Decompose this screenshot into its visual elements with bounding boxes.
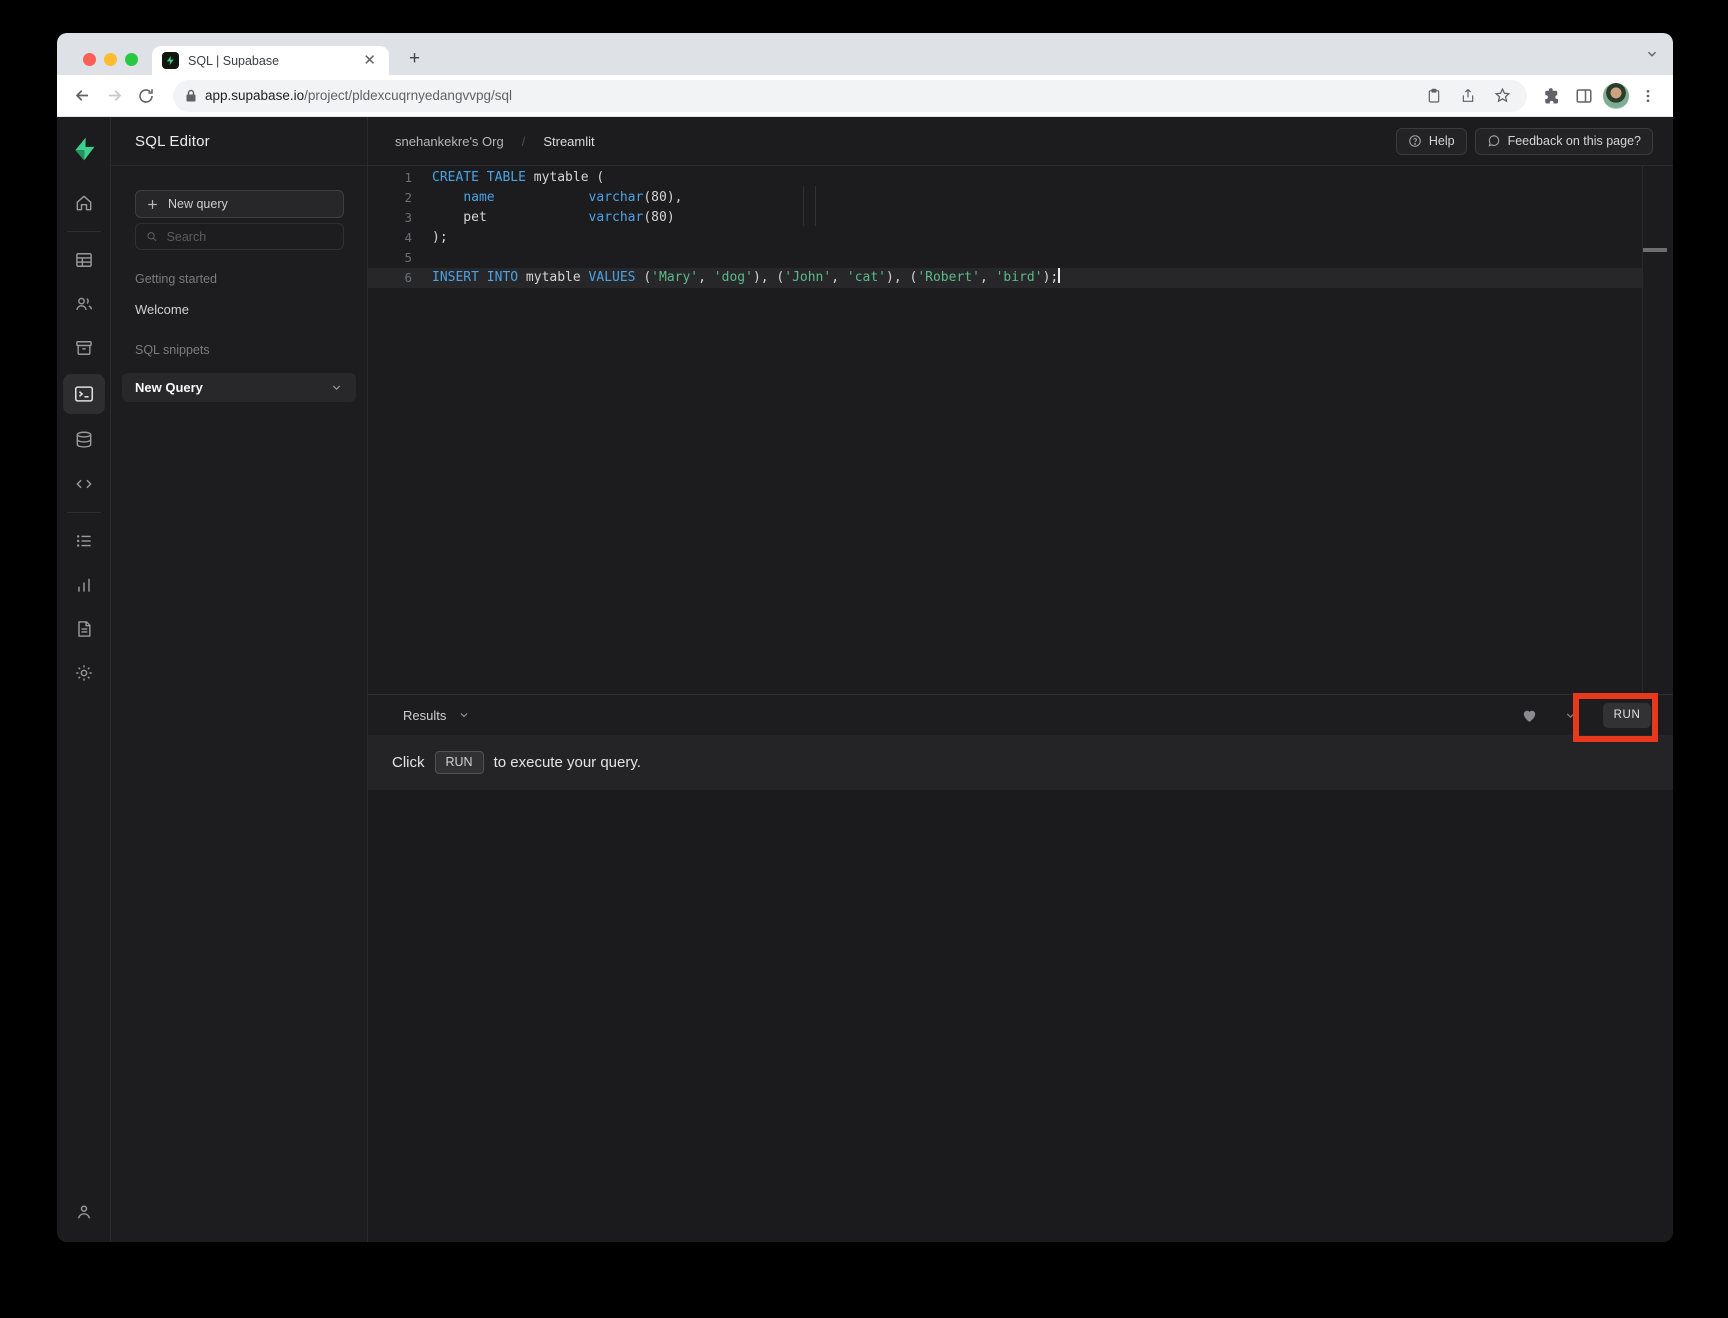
side-panel-icon[interactable] — [1571, 83, 1597, 109]
sidebar-item-storage[interactable] — [64, 330, 104, 366]
search-input[interactable] — [167, 230, 333, 244]
reload-icon[interactable] — [133, 83, 159, 109]
share-icon[interactable] — [1455, 83, 1481, 109]
line-number: 2 — [368, 188, 412, 208]
bookmark-star-icon[interactable] — [1489, 83, 1515, 109]
sidebar-item-logs-list[interactable] — [64, 523, 104, 559]
line-number: 6 — [368, 268, 412, 288]
new-query-button[interactable]: New query — [135, 190, 344, 218]
url-bar[interactable]: app.supabase.io/project/pldexcuqrnyedang… — [173, 80, 1527, 112]
sidebar-item-account[interactable] — [64, 1194, 104, 1230]
browser-window: SQL | Supabase ✕ + app.supabase.io/proje… — [57, 33, 1673, 1242]
tab-search-chevron-icon[interactable] — [1645, 47, 1659, 61]
sidebar-item-database[interactable] — [64, 422, 104, 458]
code-line[interactable]: 4); — [368, 228, 1642, 248]
main-header: snehankekre's Org / Streamlit Help Feedb… — [368, 117, 1673, 166]
code-line[interactable]: 1CREATE TABLE mytable ( — [368, 168, 1642, 188]
supabase-logo[interactable] — [64, 131, 104, 167]
tab-title: SQL | Supabase — [188, 54, 351, 68]
url-text: app.supabase.io/project/pldexcuqrnyedang… — [205, 88, 1413, 103]
chevron-down-icon — [458, 709, 470, 721]
plus-icon — [146, 198, 159, 211]
close-window-button[interactable] — [83, 53, 96, 66]
panel-item-new-query[interactable]: New Query — [122, 373, 356, 402]
indent-guide — [803, 186, 804, 226]
sidebar-item-settings[interactable] — [64, 655, 104, 691]
supabase-favicon — [162, 52, 179, 69]
browser-tab-strip: SQL | Supabase ✕ + — [57, 33, 1673, 75]
code-line[interactable]: 2 name varchar(80), — [368, 188, 1642, 208]
forward-icon[interactable] — [101, 83, 127, 109]
indent-guide — [815, 186, 816, 226]
run-hint-message: Click RUN to execute your query. — [368, 735, 1673, 790]
clipboard-icon[interactable] — [1421, 83, 1447, 109]
help-button[interactable]: Help — [1396, 128, 1467, 155]
sidebar-item-table-editor[interactable] — [64, 242, 104, 278]
search-input-wrap — [135, 223, 344, 250]
line-number: 4 — [368, 228, 412, 248]
lock-icon — [185, 89, 197, 103]
code-line[interactable]: 3 pet varchar(80) — [368, 208, 1642, 228]
results-bar: Results RUN — [368, 694, 1673, 735]
browser-toolbar: app.supabase.io/project/pldexcuqrnyedang… — [57, 75, 1673, 117]
sidebar-item-reports[interactable] — [64, 567, 104, 603]
sidebar-item-sql-editor[interactable] — [63, 374, 105, 414]
sidebar-item-auth-users[interactable] — [64, 286, 104, 322]
section-getting-started: Getting started — [135, 272, 344, 286]
back-icon[interactable] — [69, 83, 95, 109]
main-area: snehankekre's Org / Streamlit Help Feedb… — [368, 117, 1673, 1242]
browser-menu-dots-icon[interactable] — [1635, 83, 1661, 109]
line-number: 3 — [368, 208, 412, 228]
browser-profile-avatar[interactable] — [1603, 83, 1629, 109]
panel-title: SQL Editor — [111, 117, 367, 166]
sidebar-item-docs[interactable] — [64, 611, 104, 647]
help-circle-icon — [1408, 134, 1422, 148]
results-empty-area — [368, 790, 1673, 1242]
breadcrumb-project[interactable]: Streamlit — [543, 134, 594, 149]
cursor-position-marker — [1643, 248, 1667, 252]
breadcrumb-org[interactable]: snehankekre's Org — [395, 134, 504, 149]
nav-rail — [57, 117, 111, 1242]
line-number: 5 — [368, 248, 412, 268]
run-button[interactable]: RUN — [1603, 703, 1651, 728]
zoom-window-button[interactable] — [125, 53, 138, 66]
favorite-heart-icon[interactable] — [1521, 707, 1538, 724]
breadcrumb: snehankekre's Org / Streamlit — [395, 134, 595, 149]
editor-scrollbar[interactable] — [1642, 166, 1667, 694]
code-line[interactable]: 5 — [368, 248, 1642, 268]
browser-tab[interactable]: SQL | Supabase ✕ — [152, 46, 389, 75]
sidebar-item-home[interactable] — [64, 185, 104, 221]
tab-close-icon[interactable]: ✕ — [360, 52, 379, 69]
feedback-button[interactable]: Feedback on this page? — [1475, 128, 1653, 155]
breadcrumb-separator: / — [522, 134, 526, 149]
rail-divider — [67, 512, 101, 513]
line-number: 1 — [368, 168, 412, 188]
window-controls — [83, 53, 138, 66]
sql-code-editor[interactable]: 1CREATE TABLE mytable (2 name varchar(80… — [368, 166, 1673, 694]
minimize-window-button[interactable] — [104, 53, 117, 66]
section-sql-snippets: SQL snippets — [135, 343, 344, 357]
results-dropdown[interactable]: Results — [403, 708, 470, 723]
chevron-down-icon[interactable] — [330, 381, 343, 394]
sql-editor-panel: SQL Editor New query Getting started Wel… — [111, 117, 368, 1242]
chevron-down-icon[interactable] — [1564, 709, 1577, 722]
chat-bubble-icon — [1487, 134, 1501, 148]
sidebar-item-api-code[interactable] — [64, 466, 104, 502]
text-cursor — [1058, 268, 1060, 283]
rail-divider — [67, 231, 101, 232]
panel-item-welcome[interactable]: Welcome — [135, 302, 344, 317]
code-line[interactable]: 6INSERT INTO mytable VALUES ('Mary', 'do… — [368, 268, 1642, 288]
extensions-puzzle-icon[interactable] — [1539, 83, 1565, 109]
code-lines: 1CREATE TABLE mytable (2 name varchar(80… — [368, 168, 1673, 288]
search-icon — [146, 230, 158, 243]
run-kbd-badge: RUN — [435, 751, 484, 774]
supabase-app: SQL Editor New query Getting started Wel… — [57, 117, 1673, 1242]
new-tab-button[interactable]: + — [403, 48, 426, 70]
